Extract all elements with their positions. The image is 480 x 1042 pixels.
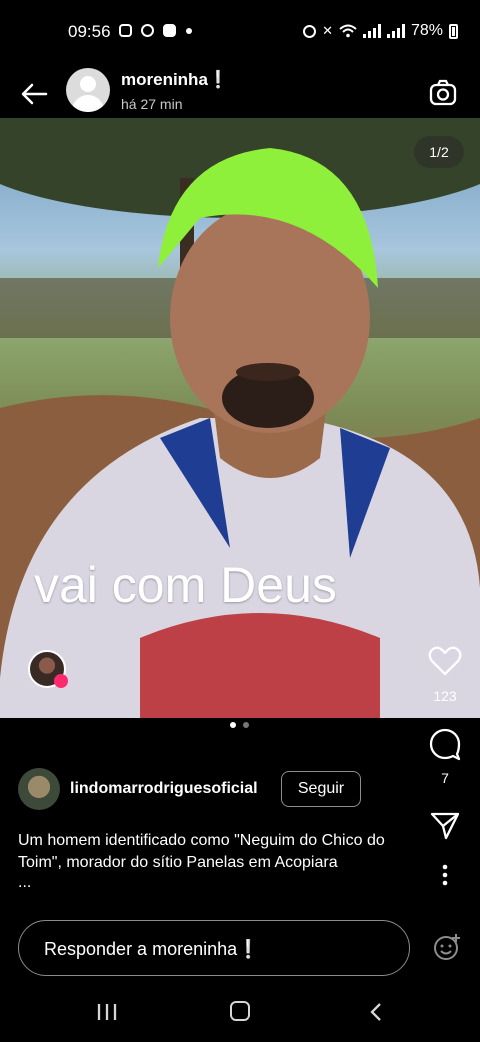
author-name[interactable]: lindomarrodriguesoficial [70, 780, 258, 798]
notification-dot-icon [186, 28, 192, 34]
smiley-add-icon [434, 934, 460, 960]
like-count: 123 [433, 688, 457, 704]
mute-icon: ✕ [322, 23, 333, 38]
more-vertical-icon [442, 864, 448, 886]
recents-icon [97, 1004, 117, 1020]
signal-2-icon [386, 24, 405, 38]
app-icon [163, 24, 176, 37]
alarm-icon [303, 24, 317, 38]
battery-percent: 78% [410, 22, 443, 39]
home-button[interactable] [230, 1001, 250, 1021]
battery-icon [449, 23, 458, 39]
send-icon [430, 812, 460, 840]
share-button[interactable] [429, 810, 461, 842]
whatsapp-icon [141, 24, 154, 37]
status-time: 09:56 [68, 22, 111, 41]
reply-placeholder: Responder a moreninha❕ [44, 939, 260, 959]
back-button[interactable] [18, 78, 50, 110]
page-counter: 1/2 [414, 136, 464, 168]
story-username[interactable]: moreninha❕ [121, 70, 229, 90]
carousel-dot-active [230, 722, 236, 728]
instagram-icon [119, 24, 132, 37]
signal-icon [362, 24, 381, 38]
author-avatar[interactable] [18, 768, 60, 810]
post-description[interactable]: Um homem identificado como "Neguim do Ch… [18, 830, 418, 874]
story-time-ago: há 27 min [121, 96, 183, 112]
wifi-icon [339, 24, 357, 38]
heart-icon [428, 646, 462, 676]
description-more[interactable]: ... [18, 874, 31, 892]
comment-icon [429, 728, 461, 761]
follow-button[interactable]: Seguir [281, 771, 361, 807]
like-button[interactable] [428, 644, 462, 678]
more-options-button[interactable] [434, 862, 456, 888]
nav-back-button[interactable] [366, 1002, 386, 1022]
emoji-button[interactable] [432, 932, 462, 962]
story-media[interactable] [0, 118, 480, 718]
avatar[interactable] [66, 68, 110, 112]
comment-count: 7 [441, 770, 449, 786]
heart-badge-icon [54, 674, 68, 688]
recents-button[interactable] [96, 1002, 118, 1022]
camera-icon [429, 79, 457, 106]
chevron-left-icon [370, 1003, 381, 1021]
arrow-left-icon [21, 83, 48, 105]
camera-button[interactable] [428, 78, 458, 108]
carousel-dot [243, 722, 249, 728]
comment-button[interactable] [428, 727, 462, 761]
story-photo [0, 118, 480, 718]
status-right: ✕ 78% [303, 22, 458, 40]
story-text-overlay: vai com Deus [34, 557, 337, 613]
